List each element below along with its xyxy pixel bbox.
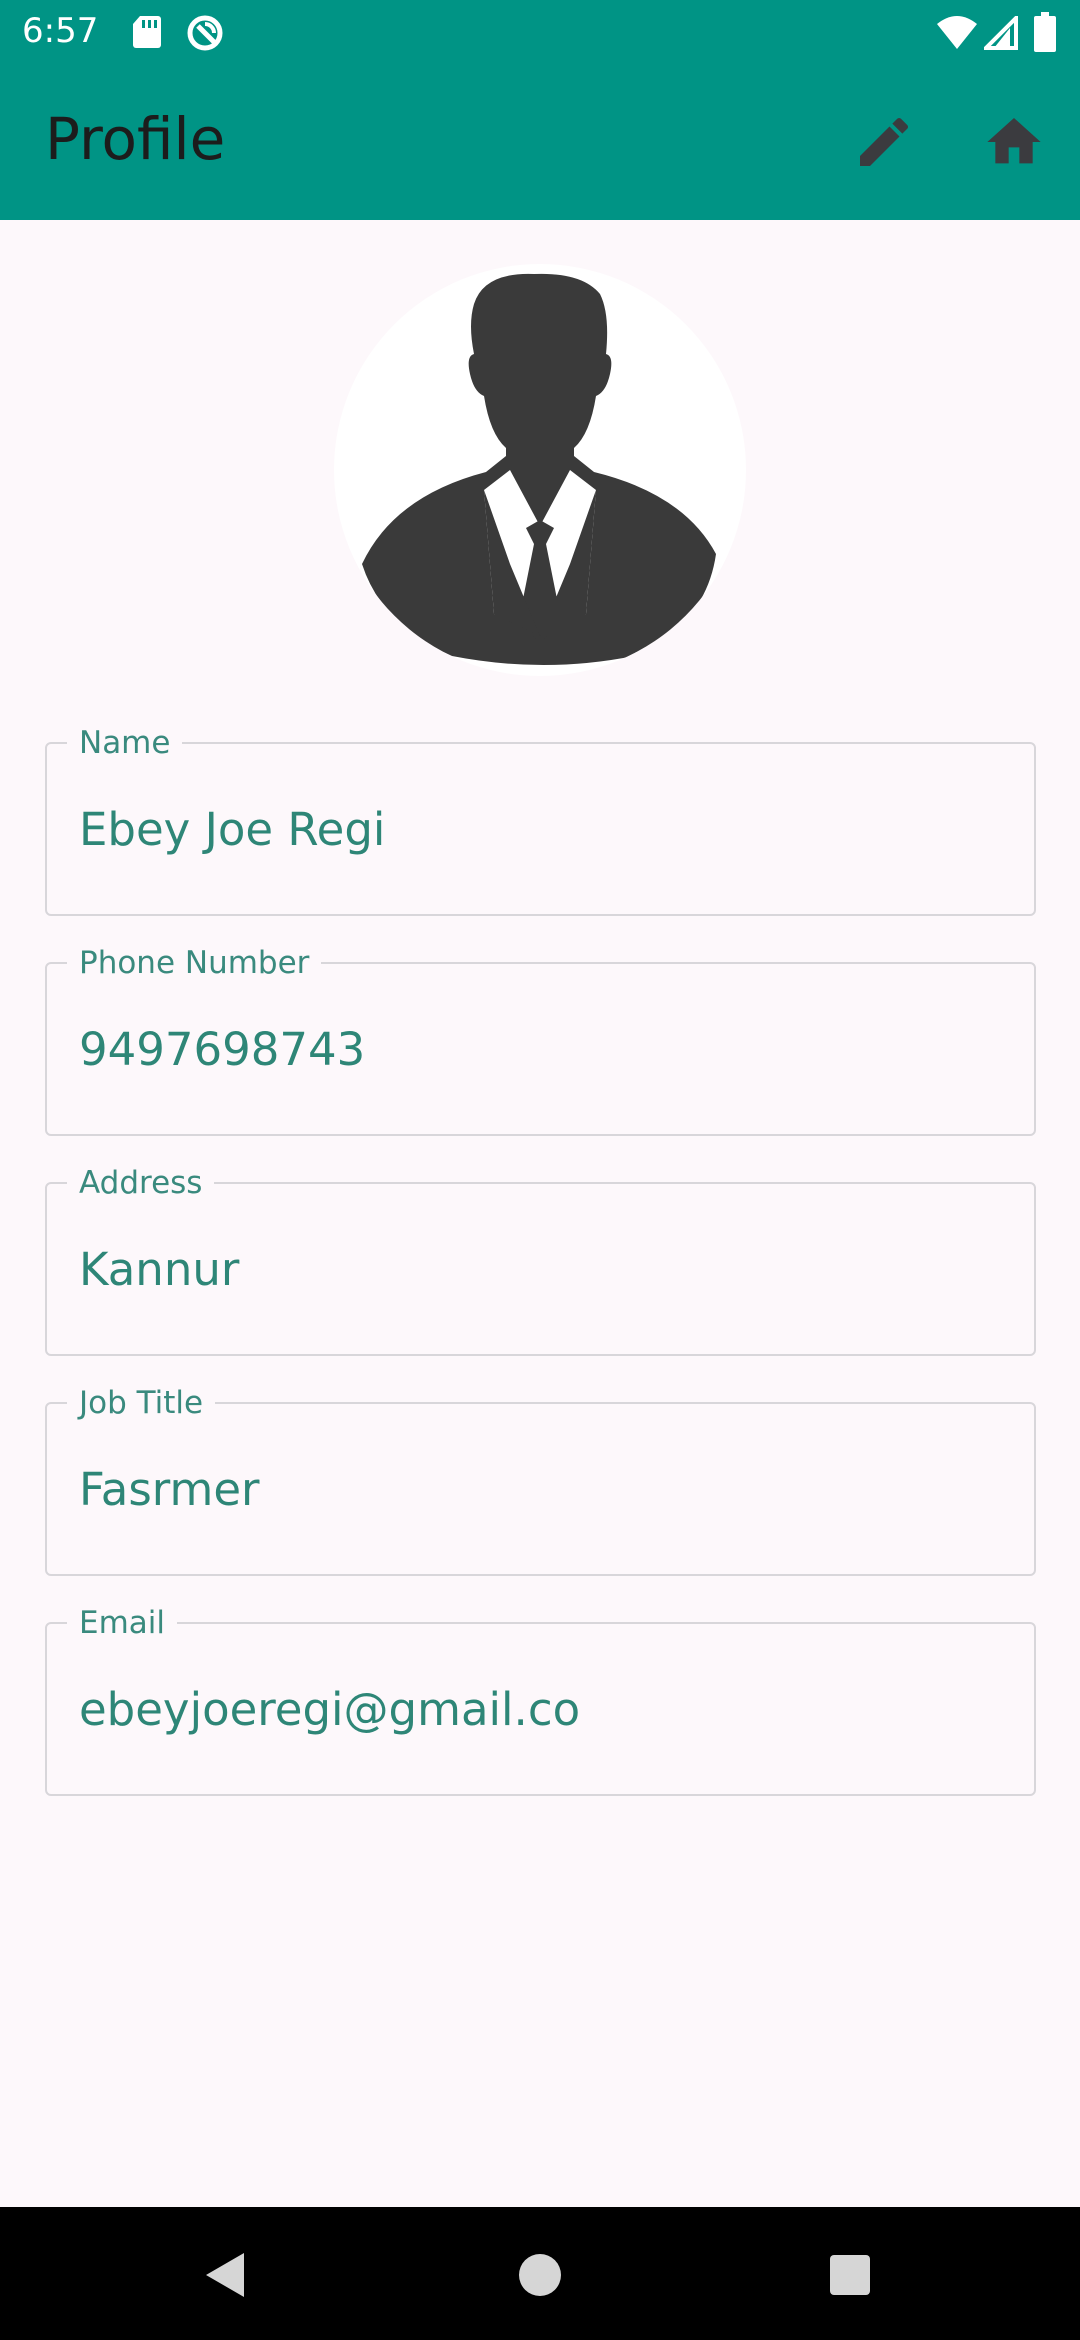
address-field[interactable]: Address Kannur [45, 1164, 1036, 1356]
home-nav-button[interactable] [508, 2243, 572, 2307]
back-icon [206, 2253, 244, 2297]
app-bar: Profile [0, 64, 1080, 220]
address-field-label: Address [67, 1164, 215, 1202]
recents-button[interactable] [818, 2243, 882, 2307]
page-title: Profile [45, 105, 226, 173]
avatar[interactable] [334, 264, 746, 676]
status-bar: 6:57 [0, 0, 1080, 64]
sd-card-icon [133, 16, 161, 48]
edit-icon [860, 117, 909, 166]
name-field[interactable]: Name Ebey Joe Regi [45, 724, 1036, 916]
status-time: 6:57 [22, 11, 99, 51]
phone-number-field-value[interactable]: 9497698743 [79, 1022, 1014, 1078]
home-circle-icon [519, 2254, 561, 2296]
home-button[interactable] [982, 110, 1046, 174]
email-field-value[interactable]: ebeyjoeregi@gmail.co [79, 1682, 1014, 1738]
name-field-label: Name [67, 724, 183, 762]
email-field-label: Email [67, 1604, 178, 1642]
name-field-value[interactable]: Ebey Joe Regi [79, 802, 1014, 858]
phone-number-field[interactable]: Phone Number 9497698743 [45, 944, 1036, 1136]
wifi-icon [937, 16, 977, 49]
job-title-field-value[interactable]: Fasrmer [79, 1462, 1014, 1518]
phone-number-field-label: Phone Number [67, 944, 322, 982]
recents-icon [830, 2255, 870, 2295]
email-field[interactable]: Email ebeyjoeregi@gmail.co [45, 1604, 1036, 1796]
system-nav-bar [0, 2207, 1080, 2340]
edit-button[interactable] [852, 110, 916, 174]
address-field-value[interactable]: Kannur [79, 1242, 1014, 1298]
home-icon [987, 118, 1041, 164]
signal-icon [984, 16, 1018, 50]
sync-icon [187, 15, 223, 51]
job-title-field-label: Job Title [67, 1384, 216, 1422]
job-title-field[interactable]: Job Title Fasrmer [45, 1384, 1036, 1576]
battery-icon [1034, 12, 1056, 52]
person-silhouette-icon [362, 273, 716, 665]
back-button[interactable] [194, 2243, 258, 2307]
